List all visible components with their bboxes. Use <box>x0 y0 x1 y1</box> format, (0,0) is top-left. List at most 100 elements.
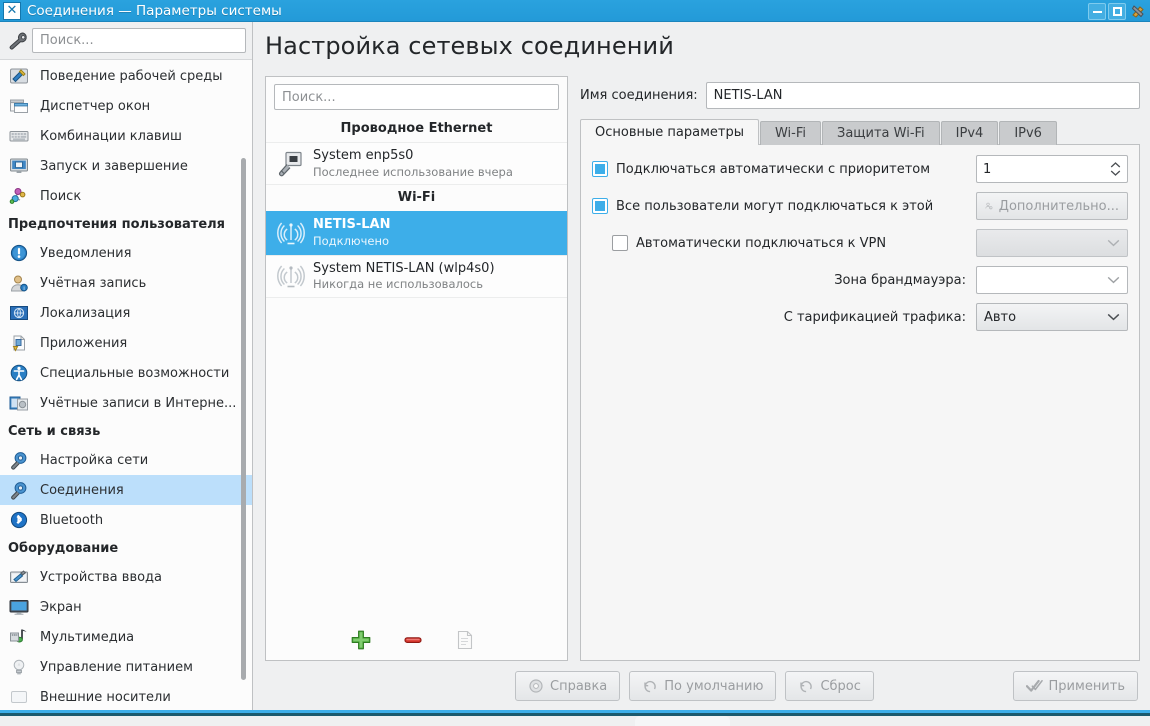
firewall-zone-select[interactable] <box>976 266 1128 294</box>
connection-name-input[interactable] <box>705 82 1140 109</box>
sidebar-scrollbar[interactable] <box>241 158 246 680</box>
window-titlebar[interactable]: ✕ Соединения — Параметры системы <box>0 0 1150 22</box>
connection-list-item[interactable]: NETIS-LAN Подключено <box>266 211 567 255</box>
sidebar-item-connections[interactable]: Соединения <box>0 475 252 505</box>
sidebar-item-notification[interactable]: Уведомления <box>0 238 252 268</box>
stepper-arrows[interactable] <box>1110 162 1121 176</box>
sidebar-item-search-molecule[interactable]: Поиск <box>0 181 252 211</box>
reset-button[interactable]: Сброс <box>785 671 874 701</box>
taskbar-item[interactable] <box>635 716 730 726</box>
duplicate-connection-button[interactable] <box>451 626 479 654</box>
connection-list-item[interactable]: System enp5s0 Последнее использование вче… <box>266 142 567 186</box>
sidebar-item-removable-media[interactable]: Внешние носители <box>0 682 252 710</box>
minimize-icon[interactable] <box>1088 3 1106 20</box>
tab-wi-fi[interactable]: Защита Wi-Fi <box>821 121 940 145</box>
sidebar-item-globe-flag[interactable]: Локализация <box>0 298 252 328</box>
priority-stepper[interactable]: 1 <box>976 155 1128 183</box>
tab-wi-fi[interactable]: Wi-Fi <box>759 121 821 145</box>
metered-row: С тарификацией трафика: Авто <box>592 303 1128 331</box>
sidebar-item-online-accounts[interactable]: Учётные записи в Интерне... <box>0 388 252 418</box>
sidebar-list: Поведение рабочей среды Диспетчер окон Ком… <box>0 60 252 710</box>
connection-list: Проводное Ethernet System enp5s0 Последнее… <box>266 116 567 620</box>
power-icon <box>8 656 30 678</box>
tab-[interactable]: Основные параметры <box>580 119 759 145</box>
priority-value: 1 <box>983 161 992 177</box>
sidebar-item-network-settings[interactable]: Настройка сети <box>0 445 252 475</box>
search-molecule-icon <box>8 185 30 207</box>
sidebar-item-user-account[interactable]: i Учётная запись <box>0 268 252 298</box>
sidebar-section-header: Предпочтения пользователя <box>8 217 226 232</box>
metered-select[interactable]: Авто <box>976 303 1128 331</box>
sidebar-item-startup-shutdown[interactable]: Запуск и завершение <box>0 151 252 181</box>
user-key-icon <box>985 202 993 210</box>
maximize-icon[interactable] <box>1108 3 1126 20</box>
all-users-checkbox[interactable] <box>592 198 608 214</box>
connection-name: System NETIS-LAN (wlp4s0) <box>313 260 495 276</box>
connection-name: System enp5s0 <box>313 148 414 163</box>
help-button[interactable]: Справка <box>515 671 621 701</box>
sidebar-item-applications[interactable]: Приложения <box>0 328 252 358</box>
sidebar-section-header: Сеть и связь <box>8 424 101 439</box>
sidebar-item-label: Комбинации клавиш <box>40 128 182 144</box>
desktop-behavior-icon <box>8 65 30 87</box>
tab-ipv4[interactable]: IPv4 <box>940 121 999 145</box>
ethernet-plug-icon <box>276 150 306 178</box>
display-icon <box>8 596 30 618</box>
search-input[interactable] <box>32 28 246 53</box>
sidebar-item-label: Запуск и завершение <box>40 158 188 174</box>
autoconnect-checkbox[interactable] <box>592 161 608 177</box>
metered-value: Авто <box>984 309 1017 325</box>
advanced-button[interactable]: Дополнительно... <box>976 192 1128 220</box>
keyboard-icon <box>8 125 30 147</box>
online-accounts-icon <box>8 392 30 414</box>
advanced-button-label: Дополнительно... <box>998 198 1119 214</box>
revert-icon <box>644 680 657 693</box>
defaults-button-label: По умолчанию <box>664 678 764 694</box>
window-manager-icon <box>8 95 30 117</box>
sidebar-item-power[interactable]: Управление питанием <box>0 652 252 682</box>
defaults-button[interactable]: По умолчанию <box>629 671 777 701</box>
apply-button[interactable]: Применить <box>1012 671 1138 701</box>
svg-text:i: i <box>23 286 24 292</box>
sidebar-section-header: Оборудование <box>8 541 119 556</box>
metered-label: С тарификацией трафика: <box>783 309 966 325</box>
connection-name: NETIS-LAN <box>313 217 391 233</box>
main-shell: Поведение рабочей среды Диспетчер окон Ком… <box>0 22 1150 710</box>
sidebar-item-keyboard[interactable]: Комбинации клавиш <box>0 121 252 151</box>
sidebar-item-window-manager[interactable]: Диспетчер окон <box>0 91 252 121</box>
connection-list-item[interactable]: System NETIS-LAN (wlp4s0) Никогда не испо… <box>266 254 567 299</box>
connection-search-input[interactable] <box>274 84 559 110</box>
tab-ipv6[interactable]: IPv6 <box>999 121 1057 145</box>
vpn-checkbox[interactable] <box>612 235 628 251</box>
general-settings-tab-panel: Подключаться автоматически с приоритетом… <box>580 144 1140 661</box>
connection-status: Никогда не использовалось <box>313 277 483 292</box>
autoconnect-label: Подключаться автоматически с приоритетом <box>616 161 931 177</box>
accessibility-icon <box>8 362 30 384</box>
input-devices-icon <box>8 566 30 588</box>
chevron-down-icon <box>1107 276 1120 284</box>
vpn-select[interactable] <box>976 229 1128 257</box>
sidebar-item-multimedia[interactable]: Мультимедиа <box>0 622 252 652</box>
sidebar-item-desktop-behavior[interactable]: Поведение рабочей среды <box>0 61 252 91</box>
close-icon[interactable] <box>1128 2 1148 21</box>
applications-icon <box>8 332 30 354</box>
connection-name-row: Имя соединения: <box>580 70 1140 119</box>
sidebar-item-label: Устройства ввода <box>40 569 163 585</box>
close-x-icon[interactable]: ✕ <box>3 1 21 20</box>
remove-connection-button[interactable] <box>399 626 427 654</box>
chevron-down-icon <box>1107 313 1120 321</box>
wrench-icon <box>6 31 32 51</box>
window-controls <box>1088 2 1148 21</box>
sidebar-item-label: Уведомления <box>40 245 132 261</box>
sidebar-item-bluetooth[interactable]: Bluetooth <box>0 505 252 535</box>
desktop-bottom-bar <box>0 710 1150 726</box>
add-connection-button[interactable] <box>347 626 375 654</box>
sidebar-item-label: Bluetooth <box>40 512 104 528</box>
startup-shutdown-icon <box>8 155 30 177</box>
dialog-footer: Справка По умолчанию Сброс Применить <box>253 662 1150 710</box>
connection-group-header: Wi-Fi <box>397 190 436 206</box>
sidebar-item-label: Мультимедиа <box>40 629 135 645</box>
sidebar-item-display[interactable]: Экран <box>0 592 252 622</box>
sidebar-item-accessibility[interactable]: Специальные возможности <box>0 358 252 388</box>
sidebar-item-input-devices[interactable]: Устройства ввода <box>0 562 252 592</box>
